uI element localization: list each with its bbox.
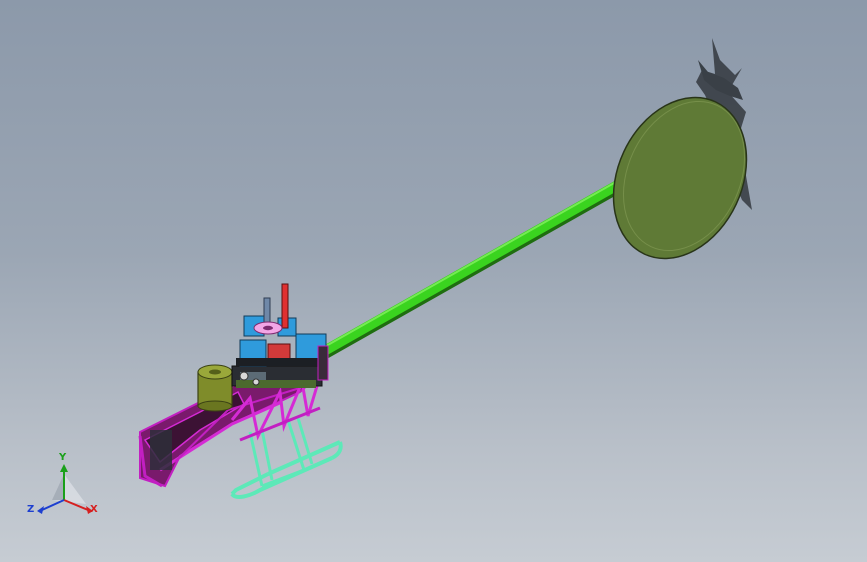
mechanics [231,283,329,388]
cad-viewport[interactable]: X Y Z [0,0,867,562]
fuel-tank [197,364,233,412]
helicopter-model[interactable] [0,0,867,562]
landing-gear [230,417,343,499]
axis-triad-labels: X Y Z [26,446,106,526]
y-axis-label: Y [59,452,67,463]
tail-disc [612,96,748,260]
x-axis-label: X [90,504,98,515]
z-axis-label: Z [27,504,35,515]
tail-boom [319,173,637,359]
